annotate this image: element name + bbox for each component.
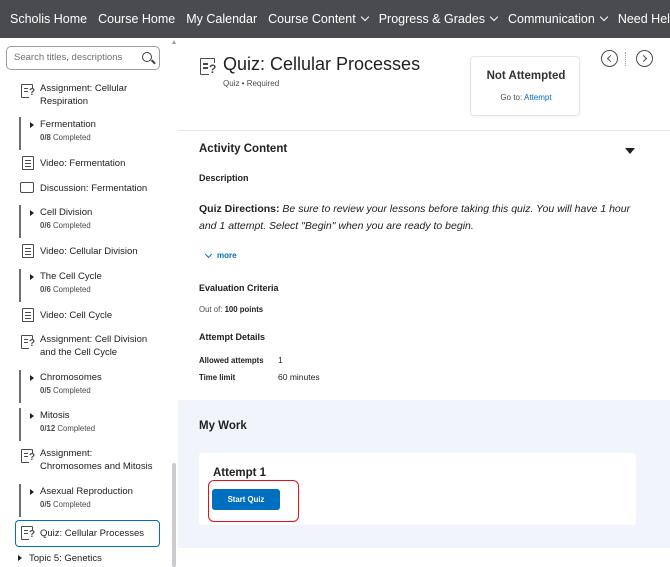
sidebar-item-video-fermentation[interactable]: Video: Fermentation [0, 156, 170, 174]
quiz-icon [21, 526, 36, 540]
more-toggle[interactable]: more [204, 250, 237, 260]
sidebar-scrollbar[interactable] [172, 463, 176, 567]
nav-communication[interactable]: Communication [508, 12, 609, 26]
sidebar-item-cell-division[interactable]: Cell Division 0/6 Completed [0, 206, 170, 236]
chevron-down-icon [599, 12, 609, 22]
status-card: Not Attempted Go to: Attempt [470, 56, 580, 116]
goto-attempt: Go to: Attempt [500, 93, 552, 102]
sidebar-item-assignment-cell-division[interactable]: Assignment: Cell Division and the Cell C… [0, 333, 170, 363]
discussion-icon [20, 182, 34, 193]
sidebar-item-mitosis[interactable]: Mitosis 0/12 Completed [0, 409, 170, 439]
my-work-heading: My Work [199, 420, 247, 432]
content-sidebar: Search titles, descriptions Assignment: … [0, 38, 178, 567]
sidebar-item-chromosomes[interactable]: Chromosomes 0/5 Completed [0, 371, 170, 401]
footer-area [178, 548, 670, 567]
nav-need-help[interactable]: Need Help? [618, 12, 670, 26]
collapse-caret-icon[interactable] [625, 148, 635, 154]
assignment-icon [21, 335, 36, 349]
page-title: Quiz: Cellular Processes [223, 54, 421, 74]
next-activity-button[interactable] [636, 50, 653, 67]
activity-content-heading: Activity Content [199, 143, 288, 155]
attempt-details-heading: Attempt Details [199, 332, 266, 342]
document-icon [22, 156, 34, 170]
sidebar-item-video-cellular-division[interactable]: Video: Cellular Division [0, 244, 170, 262]
chevron-down-icon [360, 12, 369, 22]
search-input[interactable]: Search titles, descriptions [6, 46, 160, 70]
sidebar-item-topic-5-genetics[interactable]: Topic 5: Genetics [0, 552, 170, 567]
previous-activity-button[interactable] [601, 50, 618, 67]
document-icon [22, 244, 34, 258]
expand-triangle-icon[interactable] [30, 375, 34, 381]
nav-course-home[interactable]: Course Home [98, 12, 175, 26]
document-icon [22, 308, 34, 322]
expand-triangle-icon[interactable] [30, 210, 34, 216]
activity-content-panel: Activity Content Description Quiz Direct… [178, 130, 670, 400]
evaluation-criteria-heading: Evaluation Criteria [199, 283, 279, 293]
attempt-link[interactable]: Attempt [524, 93, 552, 102]
quiz-meta: Quiz • Required [223, 79, 280, 88]
sidebar-item-assignment-chromosomes-mitosis[interactable]: Assignment: Chromosomes and Mitosis [0, 447, 170, 477]
expand-triangle-icon[interactable] [30, 274, 34, 280]
time-limit-value: 60 minutes [278, 372, 320, 382]
nav-scholis-home[interactable]: Scholis Home [10, 12, 87, 26]
status-text: Not Attempted [486, 70, 566, 82]
expand-triangle-icon[interactable] [30, 413, 34, 419]
sidebar-item-video-cell-cycle[interactable]: Video: Cell Cycle [0, 308, 170, 326]
quiz-icon [200, 58, 217, 75]
sidebar-item-quiz-cellular-processes[interactable]: Quiz: Cellular Processes [0, 526, 170, 544]
description-label: Description [199, 173, 249, 183]
chevron-down-icon [489, 12, 499, 22]
search-icon[interactable] [142, 52, 152, 62]
scroll-up-arrow-icon[interactable] [172, 40, 176, 44]
expand-triangle-icon[interactable] [18, 555, 22, 561]
assignment-icon [21, 84, 36, 98]
attempt-title: Attempt 1 [213, 467, 267, 479]
nav-separator [625, 52, 626, 66]
search-placeholder: Search titles, descriptions [14, 52, 123, 63]
chevron-left-icon [606, 54, 615, 62]
nav-my-calendar[interactable]: My Calendar [186, 12, 257, 26]
expand-triangle-icon[interactable] [30, 489, 34, 495]
sidebar-item-the-cell-cycle[interactable]: The Cell Cycle 0/6 Completed [0, 270, 170, 300]
out-of-points: Out of: 100 points [199, 305, 264, 314]
nav-course-content[interactable]: Course Content [268, 12, 369, 26]
sidebar-item-asexual-reproduction[interactable]: Asexual Reproduction 0/5 Completed [0, 485, 170, 515]
time-limit-label: Time limit [199, 373, 236, 382]
page-header: Quiz: Cellular Processes Quiz • Required… [178, 38, 670, 130]
assignment-icon [21, 449, 36, 463]
sidebar-item-assignment-cellular-respiration[interactable]: Assignment: Cellular Respiration [0, 82, 170, 112]
nav-progress-grades[interactable]: Progress & Grades [379, 12, 499, 26]
allowed-attempts-value: 1 [278, 355, 283, 365]
sidebar-item-fermentation[interactable]: Fermentation 0/8 Completed [0, 118, 170, 148]
quiz-directions: Quiz Directions: Be sure to review your … [199, 203, 631, 232]
sidebar-item-discussion-fermentation[interactable]: Discussion: Fermentation [0, 181, 170, 199]
chevron-down-icon [204, 250, 213, 258]
annotation-highlight-box [208, 480, 299, 522]
allowed-attempts-label: Allowed attempts [199, 356, 264, 365]
chevron-right-icon [639, 54, 647, 62]
expand-triangle-icon[interactable] [30, 122, 34, 128]
top-navigation: Scholis Home Course Home My Calendar Cou… [0, 0, 670, 38]
